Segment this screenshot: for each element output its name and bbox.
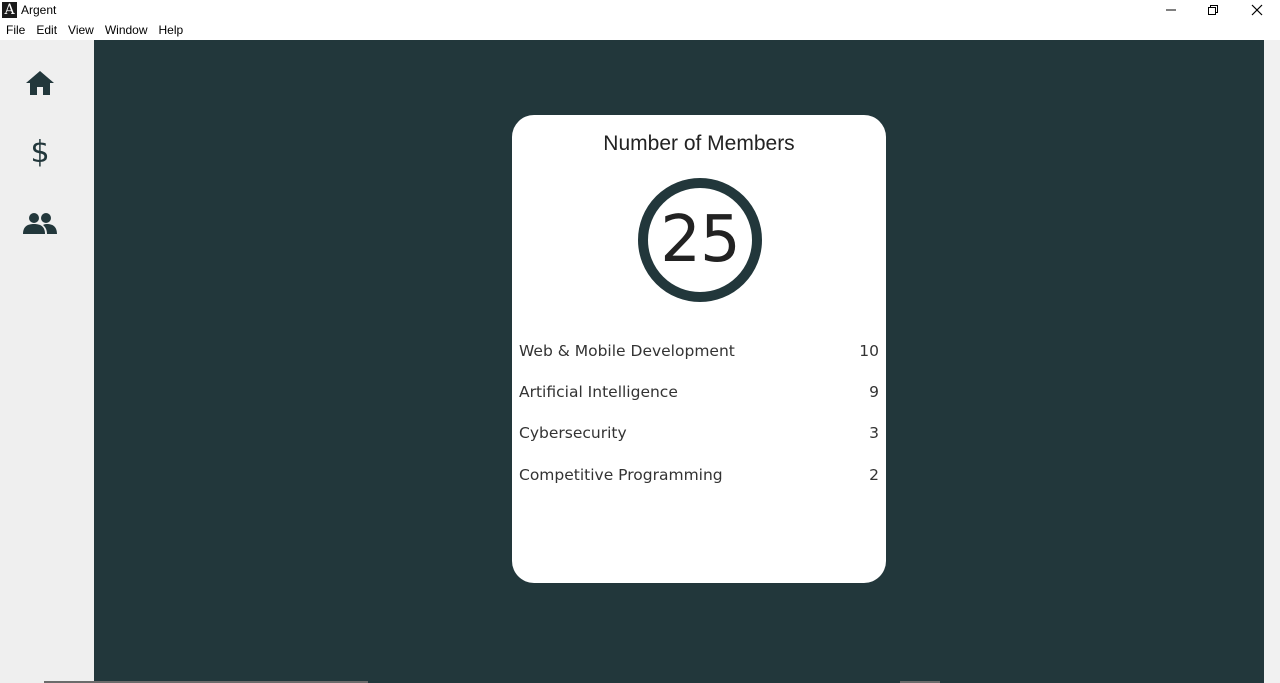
category-name: Cybersecurity [519,424,627,443]
category-list: Web & Mobile Development 10 Artificial I… [519,330,879,495]
members-card: Number of Members 25 Web & Mobile Develo… [512,115,886,583]
category-name: Competitive Programming [519,465,723,484]
home-icon [26,71,54,95]
list-item: Cybersecurity 3 [519,413,879,454]
minimize-icon [1166,9,1176,11]
sidebar-item-finance[interactable]: $ [22,135,58,171]
minimize-button[interactable] [1150,0,1192,20]
list-item: Competitive Programming 2 [519,454,879,495]
menu-bar: File Edit View Window Help [0,20,1280,40]
category-name: Artificial Intelligence [519,382,678,401]
list-item: Artificial Intelligence 9 [519,371,879,412]
list-item: Web & Mobile Development 10 [519,330,879,371]
people-icon [23,213,57,234]
app-logo: A [2,2,17,18]
menu-file[interactable]: File [0,20,30,40]
restore-icon [1208,5,1218,15]
dollar-icon: $ [30,135,50,170]
menu-help[interactable]: Help [153,20,189,40]
close-button[interactable] [1236,0,1278,20]
title-bar: A Argent [0,0,1280,20]
member-count-ring: 25 [638,178,762,302]
sidebar: $ [0,40,94,683]
menu-view[interactable]: View [62,20,99,40]
vertical-scrollbar[interactable] [1264,40,1280,683]
restore-button[interactable] [1192,0,1234,20]
close-icon [1251,4,1263,16]
category-count: 10 [859,341,879,360]
member-count-value: 25 [660,203,740,277]
category-count: 3 [869,424,879,443]
menu-window[interactable]: Window [99,20,153,40]
sidebar-item-members[interactable] [22,206,58,242]
category-count: 2 [869,465,879,484]
sidebar-item-home[interactable] [22,65,58,101]
menu-edit[interactable]: Edit [30,20,62,40]
window-title: Argent [21,3,57,17]
category-count: 9 [869,382,879,401]
card-title: Number of Members [603,132,795,155]
category-name: Web & Mobile Development [519,341,735,360]
